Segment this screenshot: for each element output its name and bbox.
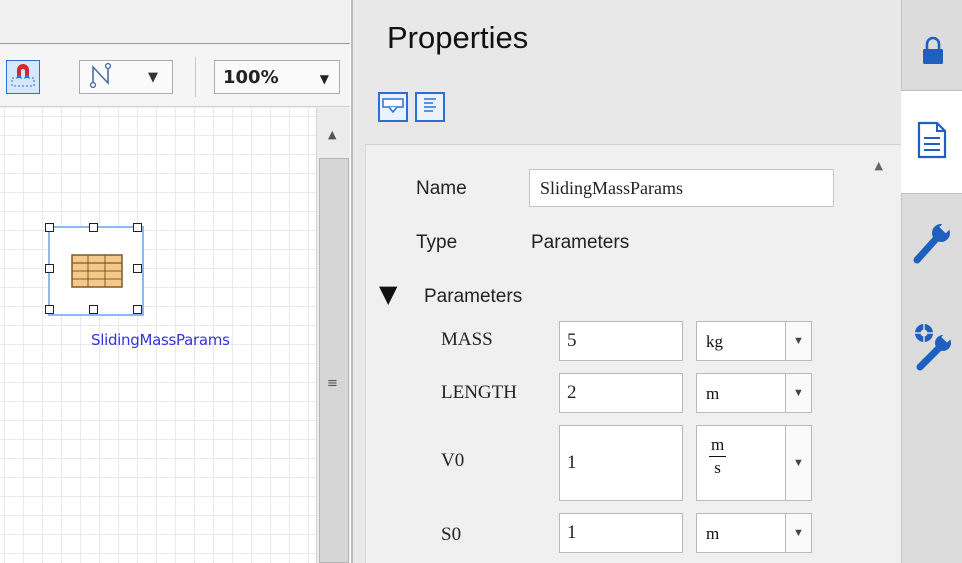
properties-panel: Properties ▲ Name SlidingMassParams Type…: [351, 0, 903, 563]
parameters-block[interactable]: [45, 223, 144, 316]
name-field[interactable]: SlidingMassParams: [529, 169, 834, 207]
param-value-field[interactable]: 1: [559, 425, 683, 501]
lock-icon: [921, 36, 945, 70]
name-label: Name: [416, 178, 467, 199]
diagram-canvas-area: ▼ 100% ▼ ▲ ≡ SlidingMassParams: [0, 0, 350, 563]
unit-value: m: [706, 384, 720, 403]
text-view-icon: [421, 95, 439, 119]
properties-content: ▲ Name SlidingMassParams Type Parameters…: [365, 144, 903, 563]
text-view-button[interactable]: [415, 92, 445, 122]
param-value-field[interactable]: 1: [559, 513, 683, 553]
snap-to-grid-button[interactable]: [6, 60, 40, 94]
chevron-down-icon: ▼: [148, 70, 158, 85]
view-mode-icon: [382, 96, 404, 118]
connector-style-dropdown[interactable]: ▼: [79, 60, 173, 94]
unit-select[interactable]: m ▼: [696, 373, 812, 413]
wrench-icon: [913, 220, 953, 268]
param-name: V0: [441, 450, 465, 471]
toolbar-divider: [195, 57, 196, 97]
unit-fraction: m s: [709, 434, 727, 479]
scrollbar-thumb[interactable]: [319, 158, 349, 563]
zoom-level-value: 100%: [223, 66, 279, 88]
resize-handle[interactable]: [45, 305, 54, 314]
scroll-up-icon[interactable]: ▲: [328, 128, 336, 141]
resize-handle[interactable]: [89, 223, 98, 232]
chevron-down-icon: ▼: [319, 72, 329, 86]
canvas-vertical-scrollbar[interactable]: ▲ ≡: [316, 108, 350, 563]
param-value-field[interactable]: 5: [559, 321, 683, 361]
parameters-section-title: Parameters: [424, 286, 523, 307]
advanced-settings-tab[interactable]: [902, 316, 962, 380]
param-value-field[interactable]: 2: [559, 373, 683, 413]
table-icon: [71, 254, 123, 292]
chevron-down-icon[interactable]: ▼: [785, 374, 811, 412]
panel-title: Properties: [387, 20, 529, 55]
resize-handle[interactable]: [133, 264, 142, 273]
chevron-down-icon[interactable]: ▼: [785, 322, 811, 360]
unit-select[interactable]: kg ▼: [696, 321, 812, 361]
chevron-down-icon[interactable]: ▼: [785, 514, 811, 552]
unit-select[interactable]: m s ▼: [696, 425, 812, 501]
resize-handle[interactable]: [45, 223, 54, 232]
param-name: LENGTH: [441, 382, 517, 403]
resize-handle[interactable]: [133, 223, 142, 232]
unit-numerator: m: [709, 434, 727, 457]
resize-handle[interactable]: [133, 305, 142, 314]
lock-tab[interactable]: [902, 28, 962, 78]
form-view-button[interactable]: [378, 92, 408, 122]
unit-denominator: s: [714, 458, 721, 477]
connector-icon: [88, 61, 116, 93]
chevron-down-icon[interactable]: ▼: [785, 426, 811, 500]
section-collapse-icon[interactable]: ▼: [379, 280, 397, 308]
type-value: Parameters: [531, 232, 630, 253]
scrollbar-grip-icon: ≡: [327, 376, 338, 391]
canvas-toolbar: ▼ 100% ▼: [0, 45, 350, 107]
properties-tab[interactable]: [901, 90, 962, 194]
side-tab-strip: [901, 0, 962, 563]
scroll-up-icon[interactable]: ▲: [875, 159, 883, 172]
block-label[interactable]: SlidingMassParams: [91, 331, 230, 349]
unit-select[interactable]: m ▼: [696, 513, 812, 553]
document-icon: [917, 121, 947, 163]
resize-handle[interactable]: [89, 305, 98, 314]
param-name: MASS: [441, 329, 493, 350]
canvas-header-bar: [0, 0, 350, 44]
unit-value: m: [706, 524, 720, 543]
magnet-snap-icon: [11, 63, 35, 91]
settings-wrench-icon: [912, 321, 954, 375]
properties-view-toolbar: [353, 78, 903, 144]
unit-value: kg: [706, 332, 723, 351]
type-label: Type: [416, 232, 458, 253]
tools-tab[interactable]: [902, 212, 962, 276]
zoom-level-select[interactable]: 100% ▼: [214, 60, 340, 94]
resize-handle[interactable]: [45, 264, 54, 273]
param-name: S0: [441, 524, 462, 545]
